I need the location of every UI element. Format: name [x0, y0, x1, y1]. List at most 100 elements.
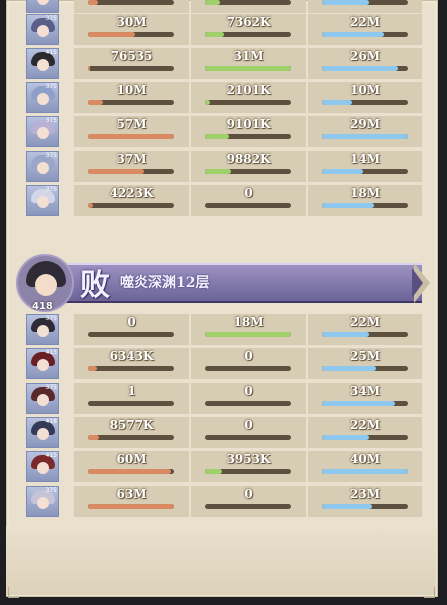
damage-dealt-cell: 8577K — [74, 417, 189, 448]
healing-done-value: 9101K — [226, 117, 271, 131]
damage-dealt-bar — [88, 134, 174, 139]
damage-dealt-cell: 60M — [74, 451, 189, 482]
healing-done-value: 0 — [244, 349, 253, 363]
damage-dealt-bar — [88, 100, 174, 105]
damage-taken-bar — [322, 401, 408, 406]
damage-dealt-bar — [88, 435, 174, 440]
healing-done-bar — [205, 100, 291, 105]
player-avatar[interactable]: 375 — [26, 82, 59, 113]
damage-dealt-value: 63M — [116, 487, 147, 501]
healing-done-cell: 0 — [191, 383, 306, 414]
team-2-result-banner: 418 败 噬炎深渊12层 — [14, 254, 430, 312]
player-avatar[interactable]: 375 — [26, 116, 59, 147]
player-avatar[interactable]: 415 — [26, 451, 59, 482]
damage-taken-value: 22M — [350, 315, 380, 329]
player-avatar[interactable]: 375 — [26, 486, 59, 517]
healing-done-bar-fill — [205, 32, 224, 37]
player-avatar[interactable]: 375 — [26, 14, 59, 45]
damage-taken-cell: 29M — [308, 116, 422, 147]
player-avatar[interactable]: 375 — [26, 185, 59, 216]
damage-dealt-bar-fill — [88, 0, 99, 5]
damage-dealt-value: 37M — [116, 152, 147, 166]
damage-dealt-value: 60M — [116, 452, 147, 466]
damage-dealt-cell: 57M — [74, 116, 189, 147]
avatar-face — [37, 497, 49, 509]
healing-done-value: 0 — [244, 487, 253, 501]
player-row: 375 1 0 34M — [16, 383, 422, 414]
damage-taken-value: 29M — [350, 117, 380, 131]
healing-done-cell: 0 — [191, 417, 306, 448]
healing-done-bar — [205, 32, 291, 37]
healing-done-cell: 7362K — [191, 14, 306, 45]
healing-done-bar-fill — [205, 100, 211, 105]
player-row: 415 60M 3953K 40M — [16, 451, 422, 482]
damage-taken-bar-fill — [322, 504, 372, 509]
damage-dealt-bar-fill — [88, 203, 94, 208]
player-level: 375 — [45, 83, 57, 90]
damage-dealt-cell: 4223K — [74, 185, 189, 216]
player-avatar[interactable]: 375 — [26, 151, 59, 182]
player-level: 375 — [45, 315, 57, 322]
damage-taken-bar-fill — [322, 203, 374, 208]
player-avatar[interactable]: 375 — [26, 383, 59, 414]
player-avatar[interactable]: 413 — [26, 348, 59, 379]
healing-done-value: 0 — [244, 418, 253, 432]
player-row: 375 30M 7362K 22M — [16, 14, 422, 45]
damage-taken-cell: 18M — [308, 185, 422, 216]
damage-taken-bar-fill — [322, 366, 377, 371]
player-avatar[interactable]: 375 — [26, 314, 59, 345]
player-row: 413 6343K 0 25M — [16, 348, 422, 379]
healing-done-cell: 2101K — [191, 82, 306, 113]
damage-dealt-bar-fill — [88, 435, 100, 440]
damage-dealt-value: 10M — [116, 83, 147, 97]
healing-done-bar-fill — [205, 0, 221, 5]
damage-taken-bar-fill — [322, 169, 364, 174]
damage-taken-value: 14M — [350, 152, 380, 166]
damage-taken-value: 10M — [350, 83, 380, 97]
player-level: 375 — [45, 487, 57, 494]
damage-dealt-value: 0 — [127, 315, 136, 329]
damage-dealt-value: 1 — [127, 384, 136, 398]
damage-taken-bar — [322, 504, 408, 509]
healing-done-bar — [205, 435, 291, 440]
avatar-face — [37, 359, 49, 371]
healing-done-cell: 0 — [191, 348, 306, 379]
avatar-face — [37, 93, 49, 105]
damage-taken-bar — [322, 0, 408, 5]
damage-dealt-value: 4223K — [109, 186, 154, 200]
damage-dealt-cell: 0 — [74, 314, 189, 345]
player-level: 415 — [45, 452, 57, 459]
damage-taken-bar — [322, 169, 408, 174]
player-level: 413 — [45, 349, 57, 356]
damage-dealt-cell: 63M — [74, 486, 189, 517]
damage-taken-bar-fill — [322, 66, 398, 71]
player-avatar[interactable]: 418 — [26, 417, 59, 448]
player-avatar[interactable] — [26, 0, 59, 13]
damage-taken-bar-fill — [322, 435, 370, 440]
damage-dealt-bar — [88, 169, 174, 174]
damage-taken-bar-fill — [322, 332, 370, 337]
damage-dealt-cell: 37M — [74, 151, 189, 182]
damage-taken-cell: 40M — [308, 451, 422, 482]
damage-taken-value: 18M — [350, 186, 380, 200]
player-row: 375 57M 9101K 29M — [16, 116, 422, 147]
avatar-face — [37, 59, 49, 71]
avatar-face — [37, 325, 49, 337]
avatar-face — [37, 462, 49, 474]
healing-done-value: 7362K — [226, 15, 271, 29]
corner-ornament — [424, 587, 435, 598]
player-avatar[interactable]: 415 — [26, 48, 59, 79]
damage-dealt-bar-fill — [88, 66, 90, 71]
healing-done-cell: 0 — [191, 486, 306, 517]
player-row: 375 4223K 0 18M — [16, 185, 422, 216]
damage-dealt-value: 57M — [116, 117, 147, 131]
player-row: 415 76535 31M 26M — [16, 48, 422, 79]
player-level: 375 — [45, 117, 57, 124]
avatar-face — [37, 25, 49, 37]
damage-taken-bar-fill — [322, 0, 370, 5]
avatar-face — [37, 428, 49, 440]
damage-dealt-value: 8577K — [109, 418, 154, 432]
damage-dealt-bar — [88, 66, 174, 71]
healing-done-bar-fill — [205, 66, 291, 71]
damage-taken-bar — [322, 469, 408, 474]
